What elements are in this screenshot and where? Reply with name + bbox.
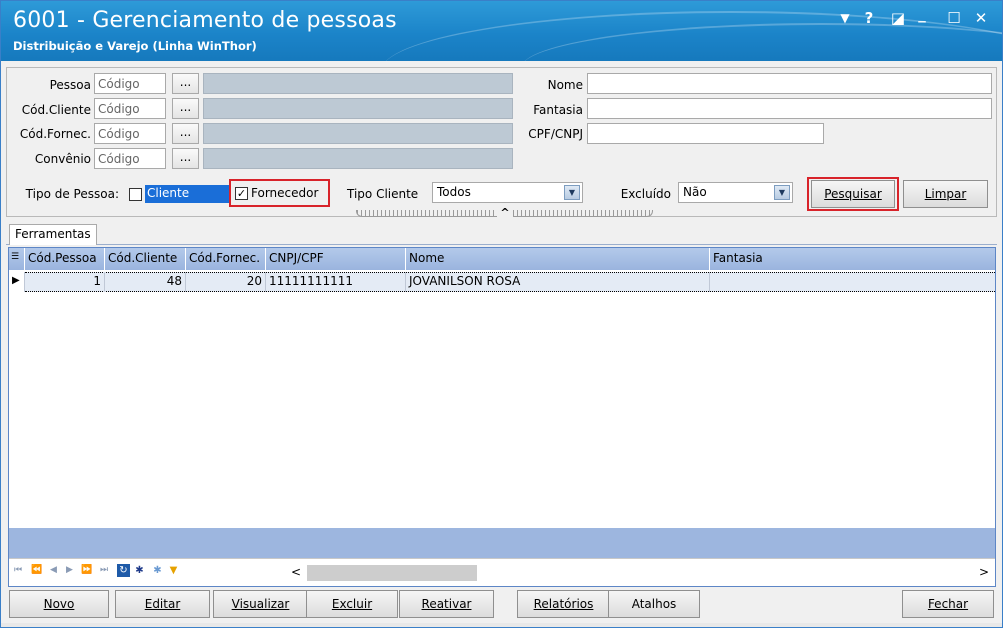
- filter-icon[interactable]: ▼: [167, 564, 180, 577]
- filter-panel: Pessoa Cód.Cliente Cód.Fornec. Convênio …: [6, 67, 997, 219]
- horizontal-scrollbar[interactable]: < >: [289, 564, 989, 582]
- scroll-right-icon[interactable]: >: [979, 565, 989, 579]
- excluido-label: Excluído: [620, 187, 671, 201]
- cod-cliente-description-field: [203, 98, 513, 119]
- cliente-checkbox[interactable]: [129, 188, 142, 201]
- pessoa-code-input[interactable]: [94, 73, 166, 94]
- column-header-cod-cliente[interactable]: Cód.Cliente: [105, 248, 186, 270]
- pessoa-lookup-button[interactable]: ...: [172, 73, 199, 94]
- status-line: [1, 623, 1002, 627]
- tipo-cliente-value: Todos: [437, 185, 471, 199]
- action-bar: Novo Editar Visualizar Excluir Reativar …: [6, 590, 997, 622]
- column-header-cod-fornec[interactable]: Cód.Fornec.: [186, 248, 266, 270]
- maximize-icon[interactable]: ☐: [943, 9, 965, 27]
- column-header-cod-pessoa[interactable]: Cód.Pessoa: [25, 248, 105, 270]
- cod-cliente-lookup-button[interactable]: ...: [172, 98, 199, 119]
- minimize-icon[interactable]: _: [911, 5, 933, 23]
- fornecedor-checkbox[interactable]: ✓: [235, 187, 248, 200]
- fechar-button[interactable]: Fechar: [902, 590, 994, 618]
- app-window: 6001 - Gerenciamento de pessoas Distribu…: [0, 0, 1003, 628]
- tab-ferramentas[interactable]: Ferramentas: [9, 224, 97, 245]
- asterisk-filter-icon[interactable]: ✱: [151, 564, 164, 577]
- scroll-thumb[interactable]: [307, 565, 477, 581]
- pessoa-label: Pessoa: [49, 78, 91, 92]
- convenio-label: Convênio: [34, 152, 91, 166]
- refresh-icon[interactable]: ↻: [117, 564, 130, 577]
- excluir-button[interactable]: Excluir: [306, 590, 398, 618]
- tab-strip: Ferramentas: [6, 223, 997, 245]
- tipo-cliente-label: Tipo Cliente: [347, 187, 419, 201]
- tipo-pessoa-label: Tipo de Pessoa:: [25, 187, 119, 201]
- next-record-icon[interactable]: ▶: [66, 565, 73, 575]
- last-page-icon[interactable]: ⏭: [100, 565, 108, 575]
- restore-layout-icon[interactable]: ◪: [887, 9, 909, 27]
- cod-fornec-input[interactable]: [94, 123, 166, 144]
- editar-button[interactable]: Editar: [115, 590, 210, 618]
- nome-input[interactable]: [587, 73, 992, 94]
- column-header-nome[interactable]: Nome: [406, 248, 710, 270]
- cell-cnpj-cpf[interactable]: 11111111111: [266, 272, 406, 292]
- prev-page-icon[interactable]: ⏪: [31, 565, 42, 575]
- fornecedor-checkbox-label[interactable]: Fornecedor: [251, 186, 318, 200]
- convenio-description-field: [203, 148, 513, 169]
- cell-cod-pessoa[interactable]: 1: [25, 272, 105, 292]
- chevron-down-icon: ▼: [564, 185, 580, 200]
- reativar-button[interactable]: Reativar: [399, 590, 494, 618]
- window-title: 6001 - Gerenciamento de pessoas: [13, 8, 397, 33]
- grid-navigator: ⏮ ⏪ ◀ ▶ ⏩ ⏭ ↻ ✱ ✱ ▼ < >: [9, 558, 995, 586]
- column-header-cnpj-cpf[interactable]: CNPJ/CPF: [266, 248, 406, 270]
- relatorios-button[interactable]: Relatórios: [517, 590, 610, 618]
- nome-label: Nome: [547, 78, 583, 92]
- pesquisar-button[interactable]: Pesquisar: [811, 180, 895, 208]
- grid-footer: [9, 528, 995, 558]
- column-header-fantasia[interactable]: Fantasia: [710, 248, 995, 270]
- tipo-cliente-select[interactable]: Todos ▼: [432, 182, 583, 203]
- asterisk-icon[interactable]: ✱: [133, 564, 146, 577]
- cliente-checkbox-label[interactable]: Cliente: [145, 185, 231, 203]
- excluido-value: Não: [683, 185, 707, 199]
- fantasia-label: Fantasia: [533, 103, 583, 117]
- dropdown-menu-icon[interactable]: ▼: [834, 11, 856, 25]
- visualizar-button[interactable]: Visualizar: [213, 590, 308, 618]
- convenio-input[interactable]: [94, 148, 166, 169]
- cell-nome[interactable]: JOVANILSON ROSA: [406, 272, 710, 292]
- cod-cliente-label: Cód.Cliente: [21, 103, 91, 117]
- cell-cod-cliente[interactable]: 48: [105, 272, 186, 292]
- cod-cliente-input[interactable]: [94, 98, 166, 119]
- cod-fornec-description-field: [203, 123, 513, 144]
- next-page-icon[interactable]: ⏩: [81, 565, 92, 575]
- convenio-lookup-button[interactable]: ...: [172, 148, 199, 169]
- limpar-button[interactable]: Limpar: [903, 180, 988, 208]
- cod-fornec-label: Cód.Fornec.: [19, 127, 91, 141]
- collapse-arrow-icon[interactable]: ^: [497, 207, 513, 219]
- results-grid[interactable]: ☰ Cód.Pessoa Cód.Cliente Cód.Fornec. CNP…: [8, 247, 996, 587]
- novo-button[interactable]: Novo: [9, 590, 109, 618]
- prev-record-icon[interactable]: ◀: [50, 565, 57, 575]
- atalhos-button[interactable]: Atalhos: [608, 590, 700, 618]
- cpf-cnpj-label: CPF/CNPJ: [528, 127, 583, 141]
- pessoa-description-field: [203, 73, 513, 94]
- scroll-left-icon[interactable]: <: [291, 565, 301, 579]
- close-icon[interactable]: ✕: [970, 9, 992, 27]
- row-indicator-icon: ▶: [9, 272, 25, 292]
- cpf-cnpj-input[interactable]: [587, 123, 824, 144]
- fantasia-input[interactable]: [587, 98, 992, 119]
- help-icon[interactable]: ?: [858, 9, 880, 27]
- cell-fantasia[interactable]: [710, 272, 995, 292]
- title-bar: 6001 - Gerenciamento de pessoas Distribu…: [1, 1, 1002, 61]
- chevron-down-icon: ▼: [774, 185, 790, 200]
- window-subtitle: Distribuição e Varejo (Linha WinThor): [13, 39, 257, 53]
- column-chooser-icon[interactable]: ☰: [9, 248, 25, 270]
- first-page-icon[interactable]: ⏮: [14, 565, 22, 575]
- excluido-select[interactable]: Não ▼: [678, 182, 793, 203]
- cod-fornec-lookup-button[interactable]: ...: [172, 123, 199, 144]
- cell-cod-fornec[interactable]: 20: [186, 272, 266, 292]
